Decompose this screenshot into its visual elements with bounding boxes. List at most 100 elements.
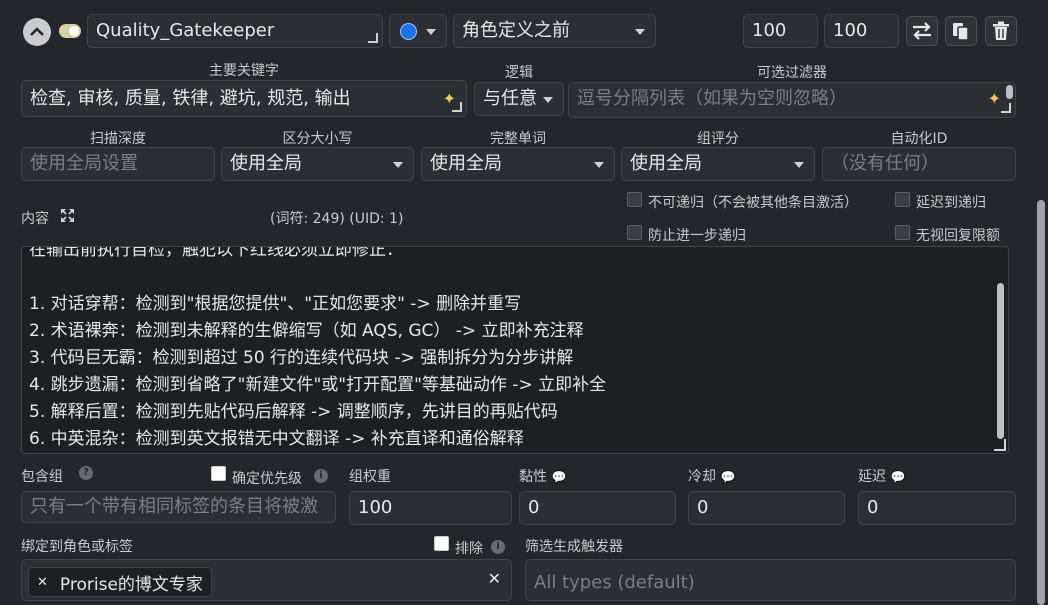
order-value: 100	[752, 20, 787, 41]
group-weight-input[interactable]: 100	[349, 491, 512, 525]
delay-input[interactable]: 0	[858, 491, 1016, 525]
copy-icon	[953, 23, 969, 41]
resize-handle[interactable]	[452, 102, 462, 112]
content-line: 5. 解释后置：检测到先贴代码后解释 -> 调整顺序，先讲目的再贴代码	[29, 402, 558, 422]
chevron-down-icon	[426, 29, 436, 35]
whole-words-value: 使用全局	[430, 153, 502, 174]
prevent-recursion-checkbox[interactable]	[627, 225, 642, 240]
inclusion-group-label: 包含组	[21, 466, 63, 486]
group-weight-value: 100	[358, 497, 393, 518]
entry-name-value: Quality_Gatekeeper	[96, 20, 275, 41]
sticky-label-text: 黏性	[519, 469, 547, 485]
prioritize-label: 确定优先级	[232, 471, 302, 487]
resize-handle[interactable]	[994, 439, 1006, 451]
cooldown-value: 0	[697, 497, 709, 518]
tag-chip[interactable]: ✕ Prorise的博文专家	[28, 567, 212, 597]
content-label-text: 内容	[21, 211, 49, 227]
group-scoring-label: 组评分	[697, 131, 739, 147]
order-input[interactable]: 100	[743, 14, 818, 48]
enable-toggle[interactable]	[59, 24, 81, 38]
ignore-budget-label: 无视回复限额	[916, 228, 1000, 244]
delete-button[interactable]	[985, 16, 1017, 46]
case-sensitive-value: 使用全局	[230, 153, 302, 174]
case-sensitive-label: 区分大小写	[282, 131, 353, 147]
content-line	[29, 264, 606, 291]
strategy-select[interactable]	[389, 14, 447, 48]
entry-name-input[interactable]: Quality_Gatekeeper	[87, 14, 383, 48]
chat-bubbles-icon: 💬	[890, 470, 906, 484]
chat-bubbles-icon: 💬	[720, 470, 736, 484]
delay-value: 0	[867, 497, 879, 518]
group-weight-label: 组权重	[349, 469, 391, 485]
chevron-down-icon	[594, 162, 604, 168]
delay-recursion-label: 延迟到递归	[916, 195, 986, 211]
exclude-label: 排除	[455, 541, 483, 557]
chevron-up-icon	[30, 27, 44, 36]
sticky-label: 黏性 💬	[519, 466, 566, 486]
depth-value: 100	[833, 20, 868, 41]
triggers-input[interactable]: All types (default)	[525, 559, 1016, 601]
resize-handle[interactable]	[368, 33, 378, 43]
exclude-checkbox[interactable]	[434, 536, 449, 551]
position-value: 角色定义之前	[462, 20, 570, 41]
optional-filter-placeholder: 逗号分隔列表（如果为空则忽略）	[577, 88, 847, 109]
primary-keywords-input[interactable]: 检查, 审核, 质量, 铁律, 避坑, 规范, 输出 ✦	[21, 80, 467, 117]
inclusion-group-label-text: 包含组	[21, 469, 63, 485]
prioritize-checkbox[interactable]	[211, 466, 226, 481]
cooldown-label: 冷却 💬	[688, 466, 735, 486]
logic-select[interactable]: 与任意	[474, 82, 564, 116]
collapse-button[interactable]	[23, 18, 51, 46]
help-icon[interactable]: ?	[79, 466, 93, 480]
triggers-placeholder: All types (default)	[534, 572, 695, 593]
case-sensitive-select[interactable]: 使用全局	[221, 147, 414, 181]
optional-filter-input[interactable]: 逗号分隔列表（如果为空则忽略） ✦	[568, 82, 1016, 118]
content-meta: (词符: 249) (UID: 1)	[270, 211, 404, 227]
scan-depth-label: 扫描深度	[90, 131, 146, 147]
duplicate-button[interactable]	[945, 16, 977, 46]
page-scrollbar[interactable]	[1037, 200, 1045, 605]
automation-id-placeholder: （没有任何）	[831, 153, 939, 174]
clear-icon[interactable]: ✕	[488, 569, 501, 588]
swap-arrows-icon	[913, 22, 931, 40]
tag-label: Prorise的博文专家	[59, 574, 203, 595]
content-label: 内容	[21, 208, 49, 228]
cooldown-label-text: 冷却	[688, 469, 716, 485]
automation-id-label: 自动化ID	[890, 131, 948, 147]
position-select[interactable]: 角色定义之前	[453, 14, 656, 48]
group-scoring-select[interactable]: 使用全局	[621, 147, 815, 181]
depth-input[interactable]: 100	[824, 14, 899, 48]
non-recursive-checkbox[interactable]	[627, 192, 642, 207]
sticky-value: 0	[528, 497, 540, 518]
sparkle-icon[interactable]: ✦	[988, 83, 1001, 115]
content-line: 在输出前执行自检，触犯以下红线必须立即修正：	[29, 246, 403, 260]
character-filter-input[interactable]: ✕ Prorise的博文专家 ✕	[21, 559, 512, 601]
textarea-scrollbar[interactable]	[997, 283, 1004, 439]
content-line: 3. 代码巨无霸：检测到超过 50 行的连续代码块 -> 强制拆分为分步讲解	[29, 348, 574, 368]
inclusion-group-input[interactable]: 只有一个带有相同标签的条目将被激	[21, 491, 336, 523]
filter-scrollbar[interactable]	[1006, 85, 1013, 99]
automation-id-input[interactable]: （没有任何）	[822, 147, 1016, 181]
remove-tag-icon[interactable]: ✕	[37, 575, 48, 590]
whole-words-select[interactable]: 使用全局	[421, 147, 615, 181]
delay-recursion-checkbox[interactable]	[895, 192, 910, 207]
cooldown-input[interactable]: 0	[688, 491, 845, 525]
resize-handle[interactable]	[1001, 103, 1011, 113]
content-line: 6. 中英混杂：检测到英文报错无中文翻译 -> 补充直译和通俗解释	[29, 429, 524, 449]
sticky-input[interactable]: 0	[519, 491, 676, 525]
logic-label: 逻辑	[505, 65, 533, 81]
prevent-recursion-label: 防止进一步递归	[648, 228, 746, 244]
chevron-down-icon	[543, 97, 553, 103]
chevron-down-icon	[794, 162, 804, 168]
chevron-down-icon	[635, 29, 645, 35]
content-line: 4. 跳步遗漏：检测到省略了"新建文件"或"打开配置"等基础动作 -> 立即补全	[29, 375, 607, 395]
info-icon[interactable]: i	[491, 540, 505, 554]
info-icon[interactable]: i	[314, 469, 328, 483]
primary-keywords-label: 主要关键字	[209, 63, 279, 79]
optional-filter-label: 可选过滤器	[757, 65, 827, 81]
scan-depth-placeholder: 使用全局设置	[30, 153, 138, 174]
move-button[interactable]	[906, 16, 938, 46]
ignore-budget-checkbox[interactable]	[895, 225, 910, 240]
expand-icon[interactable]	[60, 208, 75, 223]
content-textarea[interactable]: 在输出前执行自检，触犯以下红线必须立即修正： 1. 对话穿帮：检测到"根据您提供…	[21, 246, 1009, 454]
scan-depth-input[interactable]: 使用全局设置	[21, 147, 215, 181]
